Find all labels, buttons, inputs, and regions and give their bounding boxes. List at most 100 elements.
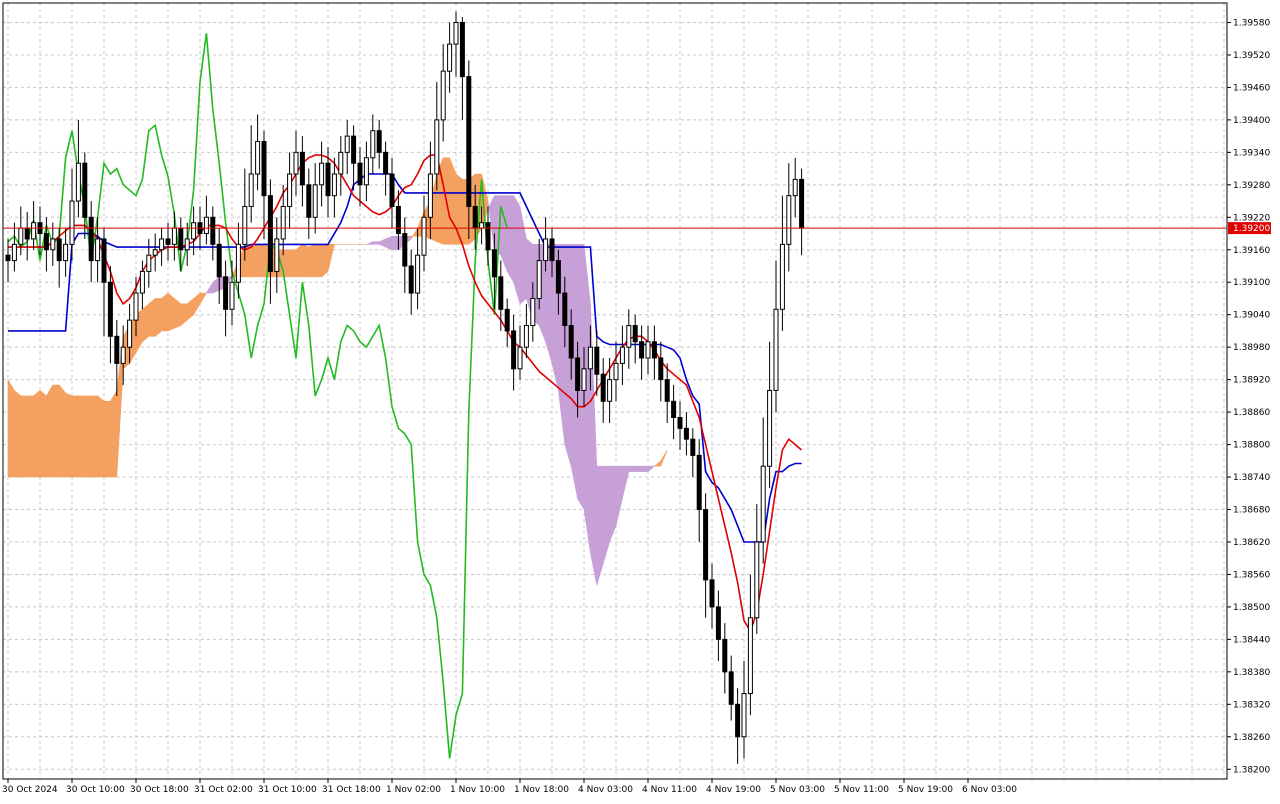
candle-body-up	[248, 173, 254, 207]
candle-body-up	[363, 157, 369, 186]
cloud-segment	[58, 384, 66, 478]
cloud-segment	[78, 395, 86, 478]
y-tick-label: 1.39160	[1233, 246, 1270, 256]
cloud-segment	[628, 465, 636, 472]
candle-body-up	[255, 141, 261, 175]
candle-body-up	[427, 173, 433, 218]
candle-body-up	[50, 238, 56, 251]
candle-body-down	[267, 195, 273, 272]
cloud-segment	[71, 395, 79, 478]
candle-body-up	[767, 389, 773, 467]
cloud-segment	[103, 400, 111, 478]
candle-body-up	[344, 135, 350, 153]
candle-body-down	[306, 184, 312, 218]
candle-body-up	[530, 297, 536, 327]
candle-body-up	[229, 281, 235, 310]
candle-body-down	[651, 341, 657, 359]
candle-body-down	[555, 260, 561, 294]
cloud-segment	[250, 244, 258, 278]
candle-body-down	[683, 427, 689, 440]
y-tick-label: 1.39040	[1233, 311, 1270, 321]
y-tick-label: 1.38380	[1233, 668, 1270, 678]
cloud-segment	[596, 465, 604, 586]
candle-body-up	[63, 243, 69, 262]
cloud-segment	[33, 389, 41, 478]
candle-body-up	[152, 249, 158, 256]
ichimoku-chart[interactable]: 1.39580 1.39520 1.39460 1.39400 1.39340 1.392…	[0, 0, 1280, 800]
cloud-segment	[308, 243, 316, 278]
candle-body-up	[75, 162, 81, 202]
candle-body-down	[511, 330, 517, 370]
candle-body-up	[747, 617, 753, 694]
cloud-segment	[161, 292, 169, 332]
candle-body-down	[690, 438, 696, 456]
candle-body-up	[139, 270, 145, 294]
candle-body-up	[146, 254, 152, 272]
y-tick-label: 1.38560	[1233, 570, 1270, 580]
candle-body-up	[523, 325, 529, 348]
candle-body-down	[43, 233, 49, 251]
y-tick-label: 1.39520	[1233, 51, 1270, 61]
candle-body-up	[274, 238, 280, 272]
candle-body-up	[338, 151, 344, 175]
candle-body-up	[191, 222, 197, 240]
candle-body-up	[127, 319, 133, 348]
x-tick-label: 6 Nov 03:00	[962, 785, 1017, 795]
candle-body-up	[536, 260, 542, 299]
candle-body-down	[562, 292, 568, 327]
cloud-segment	[257, 244, 265, 278]
candle-body-up	[319, 162, 325, 186]
cloud-segment	[321, 244, 329, 278]
cloud-segment	[174, 297, 182, 329]
cloud-segment	[90, 395, 98, 478]
candle-body-down	[658, 357, 664, 381]
cloud-segment	[14, 389, 22, 478]
candle-body-down	[178, 227, 184, 251]
candle-body-up	[331, 173, 337, 197]
candle-body-up	[184, 238, 190, 251]
cloud-segment	[39, 389, 47, 478]
chart-canvas[interactable]: 1.39580 1.39520 1.39460 1.39400 1.39340 1.392…	[0, 0, 1280, 800]
cloud-segment	[295, 243, 303, 278]
candle-body-down	[395, 205, 401, 235]
candle-body-down	[466, 76, 472, 207]
cloud-segment	[142, 303, 150, 343]
x-tick-label: 4 Nov 11:00	[642, 785, 697, 795]
candle-body-up	[69, 200, 75, 245]
candle-body-up	[11, 243, 17, 262]
candle-body-down	[357, 162, 363, 186]
candle-body-up	[31, 222, 37, 240]
candle-body-down	[728, 671, 734, 705]
candle-body-down	[408, 265, 414, 294]
candle-body-up	[447, 43, 453, 72]
candle-body-down	[696, 454, 702, 511]
candle-body-down	[632, 325, 638, 343]
y-tick-label: 1.38200	[1233, 765, 1270, 775]
cloud-segment	[7, 378, 15, 478]
y-tick-label: 1.38860	[1233, 408, 1270, 418]
candle-body-down	[671, 400, 677, 419]
x-tick-label: 1 Nov 18:00	[514, 785, 569, 795]
y-tick-label: 1.38680	[1233, 506, 1270, 516]
candle-body-up	[242, 205, 248, 245]
y-tick-label: 1.38800	[1233, 441, 1270, 451]
cloud-segment	[506, 195, 514, 284]
candle-body-down	[325, 162, 331, 197]
current-price-label: 1.39200	[1233, 224, 1270, 234]
candle-body-down	[722, 638, 728, 673]
candle-body-up	[760, 465, 766, 543]
candle-body-up	[120, 346, 126, 364]
cloud-segment	[314, 244, 322, 278]
candle-body-down	[799, 178, 805, 229]
cloud-segment	[449, 157, 457, 245]
candle-body-down	[664, 379, 670, 402]
candle-body-down	[715, 606, 721, 640]
cloud-segment	[545, 244, 553, 364]
x-tick-label: 5 Nov 03:00	[770, 785, 825, 795]
candle-body-up	[171, 227, 177, 245]
y-tick-label: 1.38260	[1233, 733, 1270, 743]
candle-body-up	[773, 308, 779, 391]
candle-body-down	[575, 357, 581, 391]
candle-body-up	[453, 21, 459, 45]
candle-body-down	[107, 281, 113, 337]
